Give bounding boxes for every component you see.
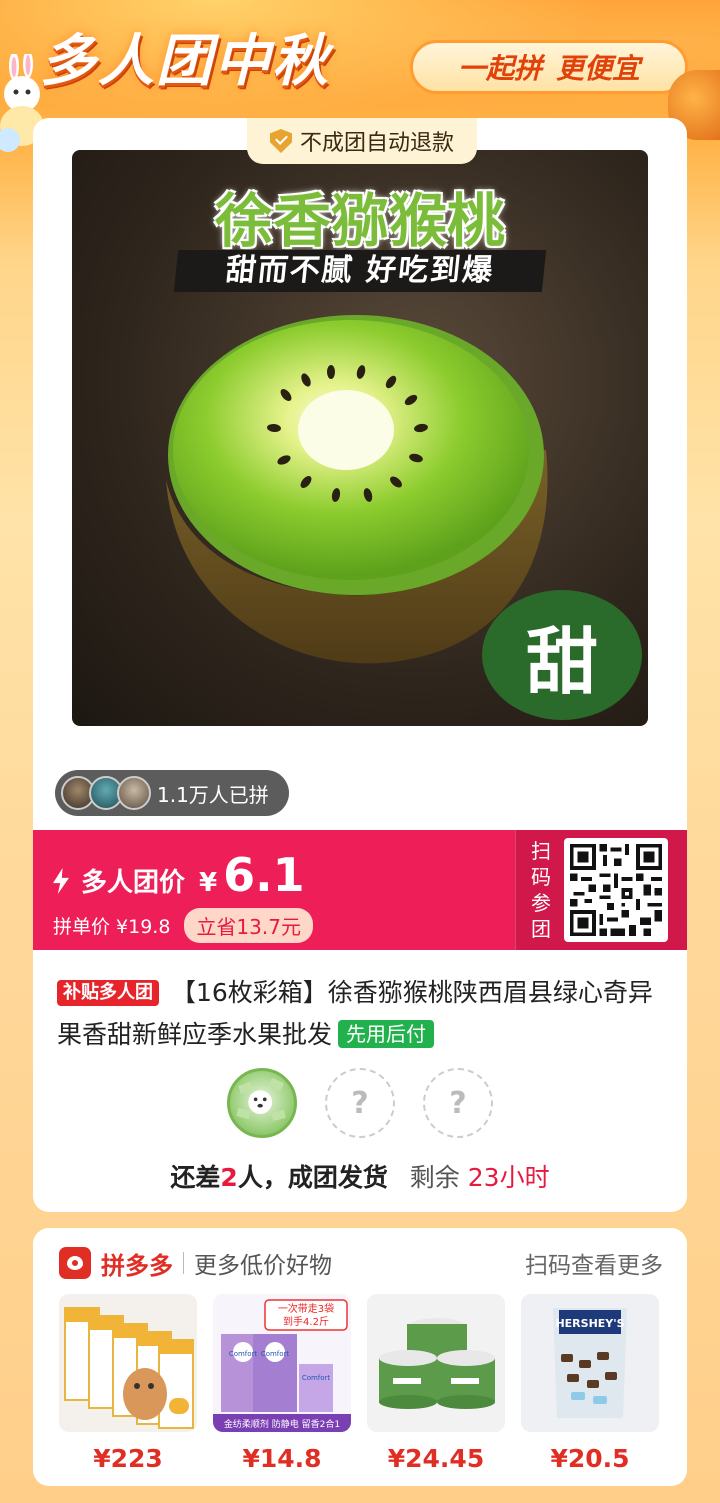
- joined-avatars: [61, 776, 151, 810]
- recommend-price: ¥20.5: [550, 1444, 630, 1473]
- group-members: ? ?: [33, 1068, 687, 1138]
- cat-food-bags-icon: [59, 1294, 197, 1432]
- promo-banner: 多人团中秋 一起拼 更便宜: [0, 0, 720, 152]
- currency-symbol: ¥: [199, 868, 218, 898]
- group-status: 还差2人，成团发货 剩余 23小时: [33, 1158, 687, 1194]
- softener-promo-top-2: 到手4.2斤: [283, 1315, 329, 1328]
- shield-check-icon: [269, 129, 292, 153]
- price-bar: 多人团价 ¥ 6.1 拼单价 ¥19.8 立省13.7元 扫 码 参 团: [33, 830, 687, 950]
- recommend-item[interactable]: ¥223: [59, 1294, 197, 1473]
- savings-badge: 立省13.7元: [184, 908, 313, 943]
- recommend-list: ¥223 一次带走3袋 到手4.2斤 Comfort Comfort Comfo…: [59, 1294, 659, 1473]
- recommend-item[interactable]: HERSHEY'S ¥20.5: [521, 1294, 659, 1473]
- slogan-part-a: 一起拼: [457, 52, 542, 85]
- single-price-line: 拼单价 ¥19.8 立省13.7元: [53, 908, 515, 943]
- product-thumbnail: 一次带走3袋 到手4.2斤 Comfort Comfort Comfort 金纺…: [213, 1294, 351, 1432]
- softener-promo-top: 一次带走3袋: [278, 1302, 334, 1315]
- slogan-part-b: 更便宜: [556, 52, 641, 85]
- sweet-badge: 甜: [482, 590, 642, 720]
- cotton-pads-icon: [367, 1294, 505, 1432]
- group-price-line: 多人团价 ¥ 6.1: [53, 848, 515, 902]
- need-count: 2: [220, 1163, 238, 1192]
- money-dog-avatar-icon: [236, 1077, 286, 1121]
- pinduoduo-logo-icon: [59, 1247, 91, 1279]
- scan-char: 扫: [531, 839, 551, 863]
- recommendations-header: 拼多多 更多低价好物 扫码查看更多: [59, 1246, 663, 1280]
- hersheys-candy-icon: HERSHEY'S: [521, 1294, 659, 1432]
- scan-to-join[interactable]: 扫 码 参 团: [515, 830, 687, 950]
- pay-later-tag: 先用后付: [338, 1020, 435, 1048]
- recommend-item[interactable]: 一次带走3袋 到手4.2斤 Comfort Comfort Comfort 金纺…: [213, 1294, 351, 1473]
- empty-member-slot: ?: [423, 1068, 493, 1138]
- banner-slogan: 一起拼 更便宜: [410, 40, 688, 94]
- recommend-subtitle: 更多低价好物: [194, 1253, 332, 1279]
- fabric-softener-icon: 一次带走3袋 到手4.2斤 Comfort Comfort Comfort 金纺…: [213, 1294, 351, 1432]
- remain-label: 剩余: [409, 1163, 460, 1192]
- recommendations-panel: 拼多多 更多低价好物 扫码查看更多 ¥223 一次带走3袋 到手4.2斤 Com…: [33, 1228, 687, 1486]
- product-thumbnail: [59, 1294, 197, 1432]
- softener-brand: Comfort: [261, 1350, 290, 1358]
- candy-brand: HERSHEY'S: [555, 1317, 624, 1330]
- recommend-price: ¥24.45: [387, 1444, 485, 1473]
- empty-member-slot: ?: [325, 1068, 395, 1138]
- need-prefix: 还差: [170, 1163, 221, 1192]
- softener-brand: Comfort: [302, 1374, 331, 1382]
- single-price: 拼单价 ¥19.8: [53, 916, 171, 938]
- subsidy-tag: 补贴多人团: [57, 980, 159, 1006]
- product-thumbnail: HERSHEY'S: [521, 1294, 659, 1432]
- banner-title: 多人团中秋: [40, 29, 330, 94]
- scan-more-link[interactable]: 扫码查看更多: [525, 1246, 663, 1280]
- need-suffix: 人，成团发货: [237, 1163, 388, 1192]
- group-buy-card: 不成团自动退款 徐香猕猴桃 甜而不腻 好吃到爆 甜 1.1万人已拼 多人团价 ¥…: [33, 118, 687, 1212]
- lightning-icon: [53, 868, 69, 894]
- softener-caption: 金纺柔顺剂 防静电 留香2合1: [224, 1418, 340, 1430]
- image-subline: 甜而不腻 好吃到爆: [173, 250, 547, 292]
- scan-to-join-label: 扫 码 参 团: [530, 838, 552, 942]
- remain-time: 23小时: [467, 1163, 550, 1192]
- joined-count-text: 1.1万人已拼: [157, 782, 269, 807]
- image-headline: 徐香猕猴桃: [214, 187, 505, 255]
- scan-char: 参: [531, 891, 551, 915]
- divider: [183, 1252, 184, 1274]
- member-avatar: [227, 1068, 297, 1138]
- scan-char: 码: [531, 865, 551, 889]
- joined-count-pill: 1.1万人已拼: [55, 770, 289, 816]
- recommend-price: ¥14.8: [242, 1444, 322, 1473]
- product-image[interactable]: 徐香猕猴桃 甜而不腻 好吃到爆 甜: [72, 150, 648, 726]
- product-thumbnail: [367, 1294, 505, 1432]
- price-info: 多人团价 ¥ 6.1 拼单价 ¥19.8 立省13.7元: [33, 830, 515, 950]
- refund-guarantee-text: 不成团自动退款: [299, 131, 454, 156]
- avatar: [117, 776, 151, 810]
- recommend-item[interactable]: ¥24.45: [367, 1294, 505, 1473]
- recommend-price: ¥223: [93, 1444, 163, 1473]
- group-price-value: 6.1: [223, 848, 305, 902]
- product-title[interactable]: 补贴多人团 【16枚彩箱】徐香猕猴桃陕西眉县绿心奇异果香甜新鲜应季水果批发 先用后付: [57, 972, 669, 1056]
- brand-name: 拼多多: [101, 1251, 173, 1280]
- group-price-label: 多人团价: [81, 868, 186, 898]
- refund-guarantee-tag: 不成团自动退款: [247, 118, 477, 164]
- scan-char: 团: [531, 917, 551, 941]
- qr-code-icon[interactable]: [564, 838, 668, 942]
- softener-brand: Comfort: [229, 1350, 258, 1358]
